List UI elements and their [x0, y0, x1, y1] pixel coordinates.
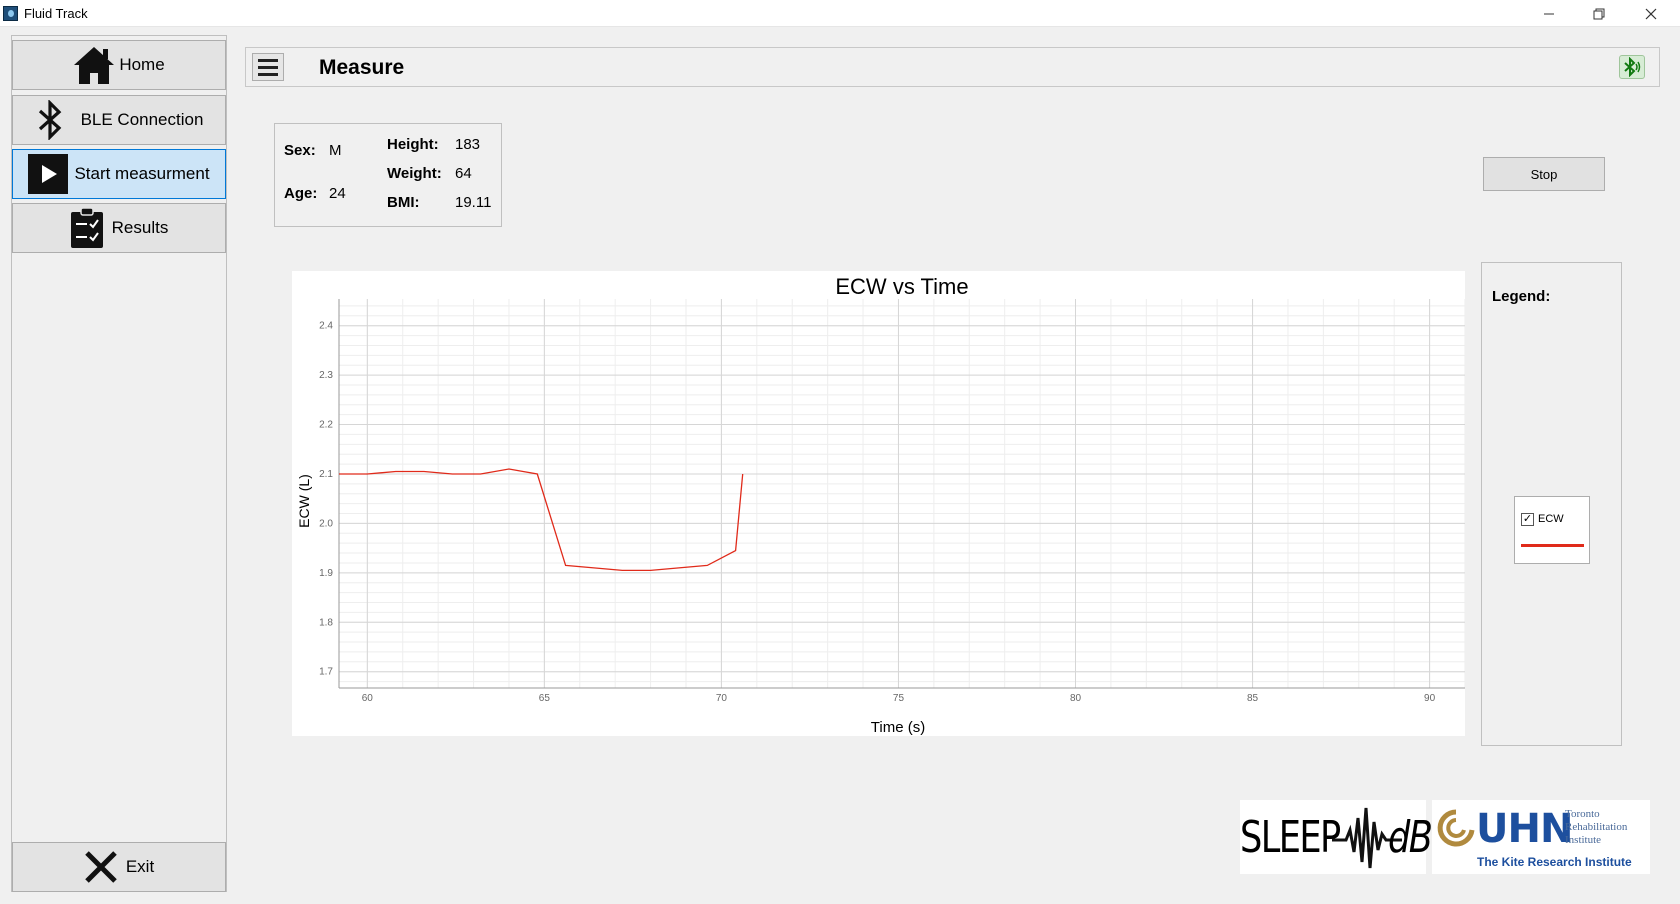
sidebar-item-label: Results: [111, 218, 169, 237]
y-tick-label: 2.3: [319, 370, 333, 381]
legend-title: Legend:: [1492, 288, 1551, 305]
legend-entry-ecw[interactable]: ✓ ECW: [1514, 496, 1590, 564]
legend-panel: Legend: ✓ ECW: [1481, 262, 1622, 746]
sidebar-item-start-measurement[interactable]: Start measurment: [12, 149, 226, 199]
ecw-checkbox[interactable]: ✓: [1521, 513, 1534, 526]
title-bar: Fluid Track: [0, 0, 1680, 27]
patient-info-panel: Sex: M Age: 24 Height: 183 Weight: 64 BM…: [274, 123, 502, 227]
x-tick-label: 65: [539, 693, 551, 704]
uhn-subtitle: The Kite Research Institute: [1477, 855, 1632, 869]
stop-button[interactable]: Stop: [1483, 157, 1605, 191]
menu-icon-bar: [258, 72, 278, 76]
sidebar: Home BLE Connection Start measurment Res…: [11, 35, 227, 892]
home-icon: [73, 45, 115, 85]
close-icon: [1645, 8, 1657, 19]
app-icon: [3, 6, 18, 21]
window-title: Fluid Track: [24, 6, 88, 21]
play-icon: [28, 154, 69, 194]
bluetooth-connected-icon: [1619, 55, 1645, 79]
chart-title: ECW vs Time: [835, 274, 968, 299]
menu-icon-bar: [258, 58, 278, 62]
x-tick-label: 75: [893, 693, 905, 704]
minimize-icon: [1544, 13, 1554, 14]
y-tick-label: 2.4: [319, 321, 333, 332]
page-title: Measure: [319, 56, 405, 79]
close-x-icon: [84, 850, 118, 884]
y-tick-label: 1.8: [319, 617, 333, 628]
uhn-logo: UHN Toronto Rehabilitation Institute The…: [1432, 800, 1650, 874]
x-tick-label: 85: [1247, 693, 1259, 704]
bmi-label: BMI:: [387, 194, 420, 211]
sleep-logo-text: SLEEP: [1240, 812, 1341, 863]
legend-swatch: [1521, 544, 1584, 547]
restore-button[interactable]: [1576, 0, 1622, 27]
y-tick-label: 1.9: [319, 568, 333, 579]
uhn-line-3: Institute: [1565, 834, 1602, 846]
x-tick-label: 80: [1070, 693, 1082, 704]
minimize-button[interactable]: [1526, 0, 1572, 27]
height-value: 183: [455, 136, 481, 153]
bmi-value: 19.11: [455, 194, 492, 211]
uhn-logo-text: UHN: [1476, 806, 1573, 852]
chart-canvas: 60 65 70 75 80 85 90 1.7 1.8 1.9 2.0 2.1 2.2 2.3 2.4 E…: [296, 274, 1465, 736]
sidebar-item-label: Start measurment: [74, 164, 210, 183]
sleep-db-logo: SLEEP dB: [1240, 800, 1433, 874]
uhn-emblem-icon: [1437, 809, 1475, 847]
uhn-line-2: Rehabilitation: [1565, 821, 1628, 833]
db-logo-text: dB: [1388, 812, 1433, 863]
menu-button[interactable]: [252, 53, 284, 81]
sidebar-item-label: Home: [119, 55, 165, 74]
exit-button[interactable]: Exit: [12, 842, 226, 892]
page-header: Measure: [245, 47, 1660, 87]
y-tick-label: 1.7: [319, 667, 333, 678]
ecw-chart: 60 65 70 75 80 85 90 1.7 1.8 1.9 2.0 2.1 2.2 2.3 2.4 E…: [292, 271, 1465, 736]
menu-icon-bar: [258, 65, 278, 69]
sex-label: Sex:: [284, 142, 316, 159]
age-label: Age:: [284, 185, 318, 202]
weight-value: 64: [455, 165, 472, 182]
sidebar-item-home[interactable]: Home: [12, 40, 226, 90]
legend-series-name: ECW: [1538, 513, 1564, 525]
y-tick-label: 2.0: [319, 518, 333, 529]
x-tick-label: 60: [362, 693, 374, 704]
chart-x-axis-label: Time (s): [871, 719, 925, 736]
x-tick-label: 90: [1424, 693, 1436, 704]
age-value: 24: [329, 185, 346, 202]
sex-value: M: [329, 142, 342, 159]
restore-icon: [1593, 8, 1605, 19]
x-tick-label: 70: [716, 693, 728, 704]
chart-ticks: 60 65 70 75 80 85 90 1.7 1.8 1.9 2.0 2.1 2.2 2.3 2.4: [319, 321, 1435, 704]
chart-y-axis-label: ECW (L): [296, 474, 312, 528]
sidebar-item-ble-connection[interactable]: BLE Connection: [12, 95, 226, 145]
y-tick-label: 2.1: [319, 469, 333, 480]
sidebar-item-results[interactable]: Results: [12, 203, 226, 253]
weight-label: Weight:: [387, 165, 442, 182]
close-button[interactable]: [1628, 0, 1674, 27]
y-tick-label: 2.2: [319, 420, 333, 431]
exit-label: Exit: [125, 857, 155, 876]
height-label: Height:: [387, 136, 439, 153]
clipboard-icon: [70, 207, 104, 249]
uhn-line-1: Toronto: [1565, 808, 1600, 820]
bluetooth-icon: [35, 100, 65, 140]
sidebar-item-label: BLE Connection: [80, 110, 204, 129]
chart-minor-grid: [339, 299, 1465, 688]
